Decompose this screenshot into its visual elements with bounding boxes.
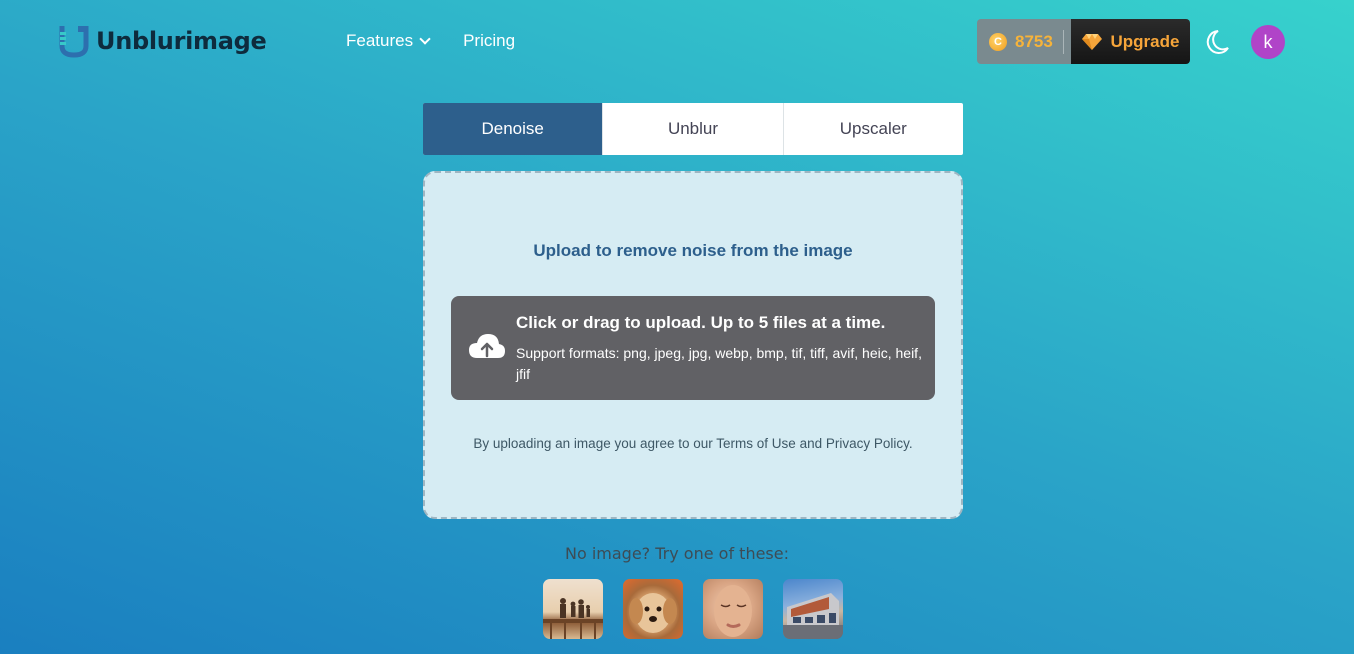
tab-unblur[interactable]: Unblur [602,103,782,155]
sample-family-on-pier[interactable] [543,579,603,639]
sample-woman-face[interactable] [703,579,763,639]
user-avatar[interactable]: k [1251,25,1285,59]
chevron-down-icon [419,32,431,45]
cloud-upload-icon [469,334,505,358]
dark-mode-moon-icon[interactable] [1206,28,1232,56]
upload-title: Upload to remove noise from the image [533,241,853,260]
nav-pricing-label: Pricing [463,31,516,50]
upload-instructions: Click or drag to upload. Up to 5 files a… [516,313,886,332]
brand-logo[interactable]: Unblurimage [58,24,267,58]
terms-of-use-link[interactable]: Terms of Use [716,436,796,451]
credits-count: 8753 [1015,31,1053,51]
brand-name: Unblurimage [96,27,267,55]
samples-title: No image? Try one of these: [564,544,789,563]
credits-display[interactable]: C 8753 [977,19,1072,64]
nav-features-label: Features [346,31,414,50]
terms-and: and [795,436,826,451]
building-icon [783,593,843,639]
upgrade-button[interactable]: Upgrade [1071,19,1190,64]
nav-features[interactable]: Features [346,31,431,51]
woman-face-icon [714,585,752,637]
nav-pricing[interactable]: Pricing [463,31,515,51]
upload-button[interactable]: Click or drag to upload. Up to 5 files a… [451,296,935,400]
sample-modern-building[interactable] [783,579,843,639]
terms-suffix: . [908,436,913,451]
diamond-icon [1081,33,1102,50]
coin-icon: C [989,32,1007,51]
main-nav: Features Pricing [346,31,515,51]
puppy-face-icon [629,593,677,633]
tab-upscaler[interactable]: Upscaler [782,103,963,155]
credits-divider [1062,29,1064,54]
supported-formats: Support formats: png, jpeg, jpg, webp, b… [516,345,922,382]
upload-dropzone[interactable]: Upload to remove noise from the image Cl… [423,171,963,519]
tab-denoise[interactable]: Denoise [423,103,603,155]
sample-puppy[interactable] [623,579,683,639]
privacy-policy-link[interactable]: Privacy Policy [826,436,909,451]
terms-prefix: By uploading an image you agree to our [473,436,717,451]
upgrade-label: Upgrade [1110,31,1180,51]
logo-icon [59,26,89,58]
terms-notice: By uploading an image you agree to our T… [425,436,961,451]
mode-tabs: Denoise Unblur Upscaler [423,103,963,155]
family-silhouette-icon [543,598,603,639]
sample-images [543,579,843,639]
